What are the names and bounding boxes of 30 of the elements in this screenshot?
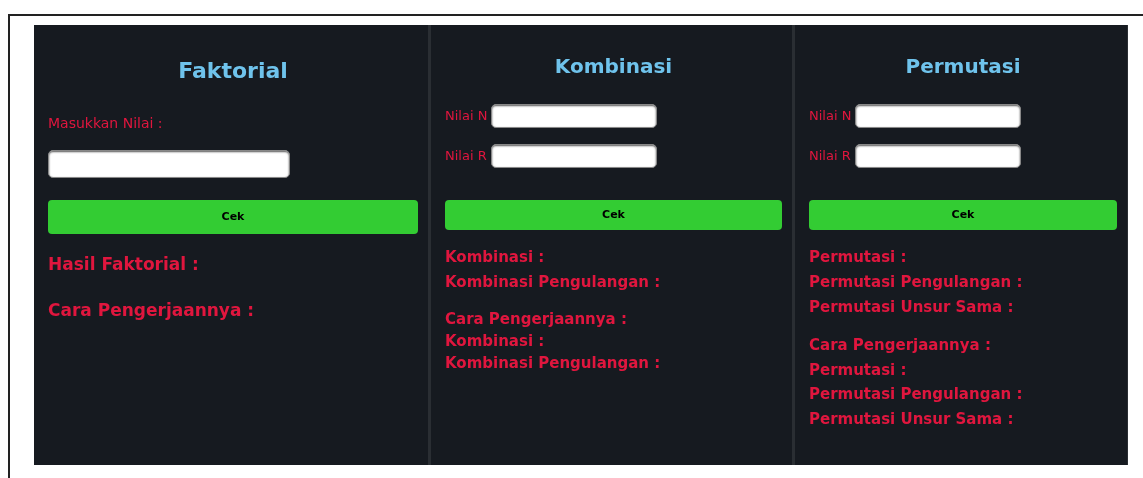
check-button[interactable]: Cek <box>48 200 418 235</box>
result-label: Kombinasi : <box>445 247 546 268</box>
working-heading: Cara Pengerjaannya : <box>445 309 628 330</box>
input-field[interactable] <box>490 144 657 168</box>
result-label: Kombinasi Pengulangan : <box>445 272 662 293</box>
field-label: Nilai N <box>445 107 488 126</box>
check-button[interactable]: Cek <box>445 200 782 230</box>
field-label: Nilai N <box>809 107 852 126</box>
input-field[interactable] <box>48 150 290 179</box>
result-label: Permutasi : <box>809 247 908 268</box>
result-label: Hasil Faktorial : <box>48 253 200 277</box>
working-label: Kombinasi : <box>445 331 546 352</box>
panel-title: Permutasi <box>904 53 1022 78</box>
check-button[interactable]: Cek <box>809 200 1117 230</box>
input-field[interactable] <box>491 104 658 128</box>
working-label: Permutasi Unsur Sama : <box>809 408 1015 430</box>
input-field[interactable] <box>854 144 1021 168</box>
result-label: Permutasi Pengulangan : <box>809 272 1024 293</box>
working-label: Permutasi Pengulangan : <box>809 384 1024 405</box>
working-label: Kombinasi Pengulangan : <box>445 353 662 374</box>
panel-title: Faktorial <box>177 57 289 85</box>
result-label: Permutasi Unsur Sama : <box>809 297 1015 318</box>
working-heading: Cara Pengerjaannya : <box>48 299 256 323</box>
field-label: Nilai R <box>445 147 487 166</box>
field-label: Masukkan Nilai : <box>48 114 164 134</box>
working-heading: Cara Pengerjaannya : <box>809 335 992 356</box>
field-label: Nilai R <box>809 147 851 166</box>
working-label: Permutasi : <box>809 359 908 381</box>
input-field[interactable] <box>855 104 1022 128</box>
panel-title: Kombinasi <box>553 53 674 78</box>
